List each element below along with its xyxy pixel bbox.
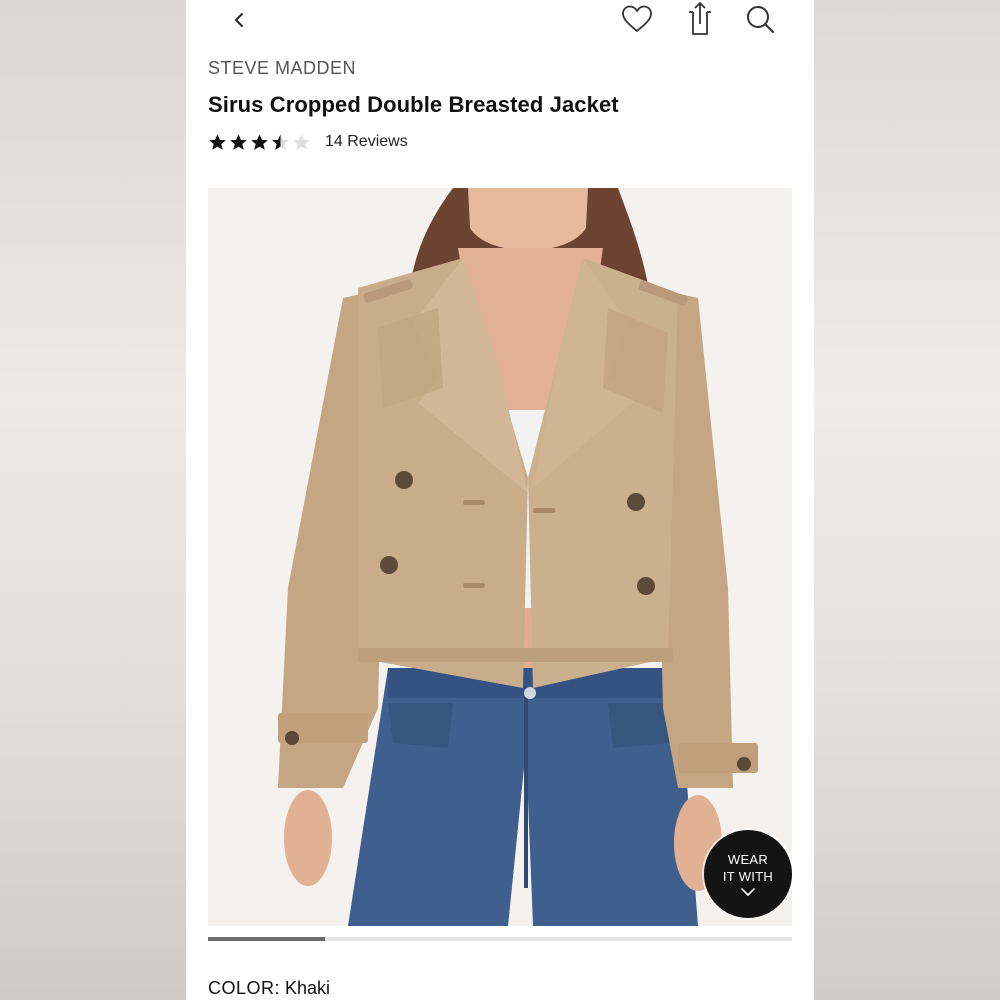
rating-row: 14 Reviews bbox=[208, 130, 408, 154]
gallery-progress-track bbox=[208, 937, 792, 941]
wear-it-with-button[interactable]: WEAR IT WITH bbox=[704, 830, 792, 918]
share-icon bbox=[689, 2, 711, 35]
product-image[interactable] bbox=[208, 188, 792, 926]
star-icon bbox=[209, 133, 226, 150]
empty-star-icon bbox=[293, 133, 310, 150]
chevron-down-icon bbox=[741, 888, 755, 896]
star-icon bbox=[230, 133, 247, 150]
heart-icon bbox=[622, 5, 652, 32]
reviews-link[interactable]: 14 Reviews bbox=[325, 133, 408, 151]
product-title: Sirus Cropped Double Breasted Jacket bbox=[208, 92, 619, 117]
share-button[interactable] bbox=[684, 0, 714, 38]
product-page: STEVE MADDEN Sirus Cropped Double Breast… bbox=[186, 0, 814, 1000]
star-icon bbox=[251, 133, 268, 150]
search-icon bbox=[747, 6, 775, 34]
color-selector-label: COLOR: Khaki bbox=[208, 978, 330, 999]
star-rating[interactable] bbox=[208, 133, 311, 152]
background-right bbox=[814, 0, 1000, 1000]
wear-it-with-label: WEAR IT WITH bbox=[722, 852, 774, 884]
half-star-icon bbox=[272, 133, 289, 150]
search-button[interactable] bbox=[744, 2, 776, 36]
background-left bbox=[0, 0, 186, 1000]
top-navigation-bar bbox=[186, 0, 814, 44]
wishlist-button[interactable] bbox=[620, 3, 654, 35]
jacket-photo bbox=[208, 188, 792, 926]
brand-name[interactable]: STEVE MADDEN bbox=[208, 58, 356, 79]
color-label: COLOR: bbox=[208, 978, 281, 998]
back-button[interactable] bbox=[228, 6, 252, 34]
color-value: Khaki bbox=[285, 978, 331, 998]
gallery-progress-fill bbox=[208, 937, 325, 941]
chevron-left-icon bbox=[235, 13, 243, 27]
